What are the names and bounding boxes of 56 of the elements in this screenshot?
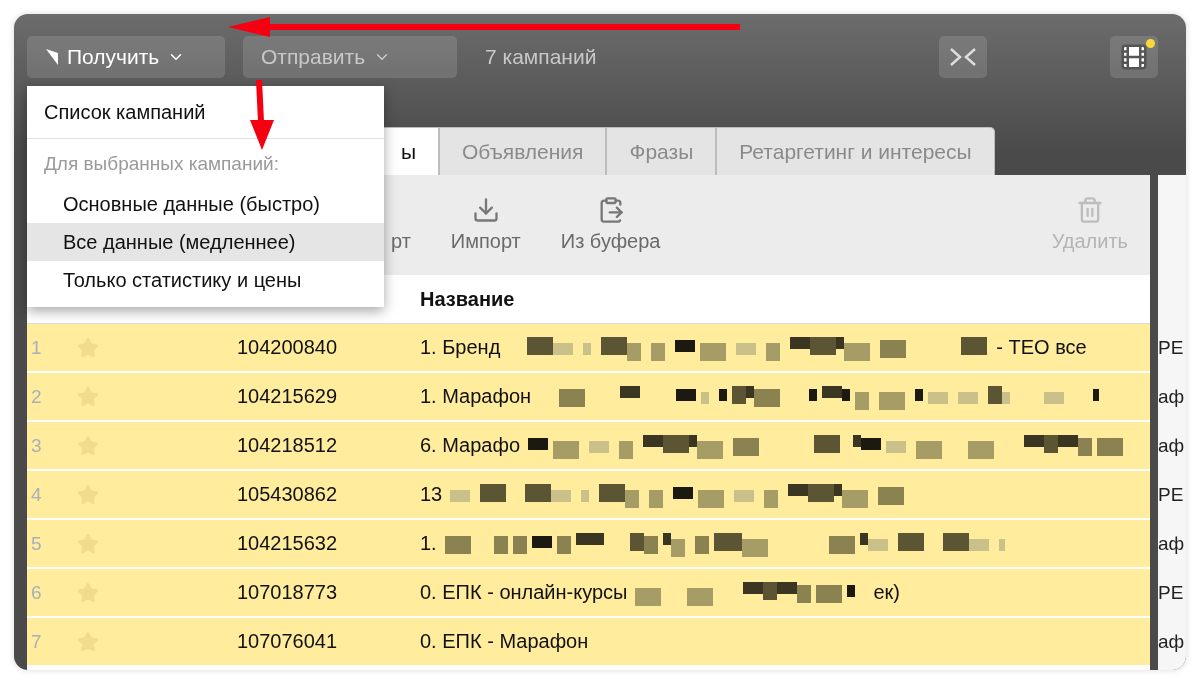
film-button[interactable] xyxy=(1110,36,1158,78)
row-number: 1 xyxy=(30,336,43,359)
menu-item[interactable]: Все данные (медленнее) xyxy=(27,223,384,261)
panel-splitter[interactable] xyxy=(1150,175,1158,670)
table-cell-text: аф xyxy=(1158,629,1186,654)
campaign-id: 107018773 xyxy=(237,581,339,604)
row-number: 6 xyxy=(30,581,43,604)
campaign-name: 1. xyxy=(420,532,437,555)
campaign-id: 104218512 xyxy=(237,434,339,457)
campaign-name: 13 xyxy=(420,483,443,506)
menu-item[interactable]: Только статистику и цены xyxy=(27,261,384,299)
table-cell-text: РЕ xyxy=(1158,482,1185,507)
campaign-name: 1. Марафон xyxy=(420,385,532,408)
campaign-id: 104200840 xyxy=(237,336,339,359)
table-cell-text: аф xyxy=(1158,433,1186,458)
annotation-arrow xyxy=(250,79,274,150)
export-button[interactable]: рт xyxy=(391,175,411,275)
campaign-id: 105430862 xyxy=(237,483,339,506)
campaign-id: 104215629 xyxy=(237,385,339,408)
table-row[interactable]: 1 104200840 1. Бренд - ТЕО все xyxy=(27,324,1150,373)
table-row[interactable]: 7 107076041 0. ЕПК - Марафон xyxy=(27,618,1150,667)
table-row[interactable]: 6 107018773 0. ЕПК - онлайн-курсы ек) xyxy=(27,569,1150,618)
collapse-icon xyxy=(949,46,977,68)
campaign-name: 1. Бренд xyxy=(420,336,501,359)
table-cell-text: РЕ xyxy=(1158,335,1185,360)
film-icon xyxy=(1119,42,1149,72)
table-cell-text: аф xyxy=(1158,384,1186,409)
row-number: 5 xyxy=(30,532,43,555)
table-cell-text: РЕ xyxy=(1158,580,1185,605)
row-number: 7 xyxy=(30,630,43,653)
table-row[interactable]: 2 104215629 1. Марафон xyxy=(27,373,1150,422)
receive-icon xyxy=(45,48,59,66)
campaign-name: ек) xyxy=(873,581,900,604)
collapse-button[interactable] xyxy=(939,36,987,78)
row-number: 2 xyxy=(30,385,43,408)
notification-dot xyxy=(1146,39,1155,48)
row-number: 3 xyxy=(30,434,43,457)
table-row[interactable]: 5 104215632 1. xyxy=(27,520,1150,569)
campaign-name: 0. ЕПК - Марафон xyxy=(420,630,589,653)
row-number: 4 xyxy=(30,483,43,506)
receive-button[interactable]: Получить xyxy=(27,36,225,78)
table-cell-text: аф xyxy=(1158,531,1186,556)
campaign-id: 104215632 xyxy=(237,532,339,555)
menu-section-header: Для выбранных кампаний: xyxy=(43,152,280,176)
campaign-name: 6. Марафо xyxy=(420,434,521,457)
column-header: Название xyxy=(420,287,516,311)
campaign-name: 0. ЕПК - онлайн-курсы xyxy=(420,581,628,604)
import-button[interactable]: Импорт xyxy=(450,175,521,275)
paste-button[interactable]: Из буфера xyxy=(560,175,661,275)
campaign-name: - ТЕО все xyxy=(996,336,1087,359)
menu-item[interactable]: Основные данные (быстро) xyxy=(27,185,384,223)
campaign-id: 107076041 xyxy=(237,630,339,653)
table-row[interactable]: 3 104218512 6. Марафо xyxy=(27,422,1150,471)
table-row[interactable]: 4 105430862 13 xyxy=(27,471,1150,520)
trash-icon xyxy=(1075,196,1104,224)
campaign-count: 7 кампаний xyxy=(485,45,597,69)
